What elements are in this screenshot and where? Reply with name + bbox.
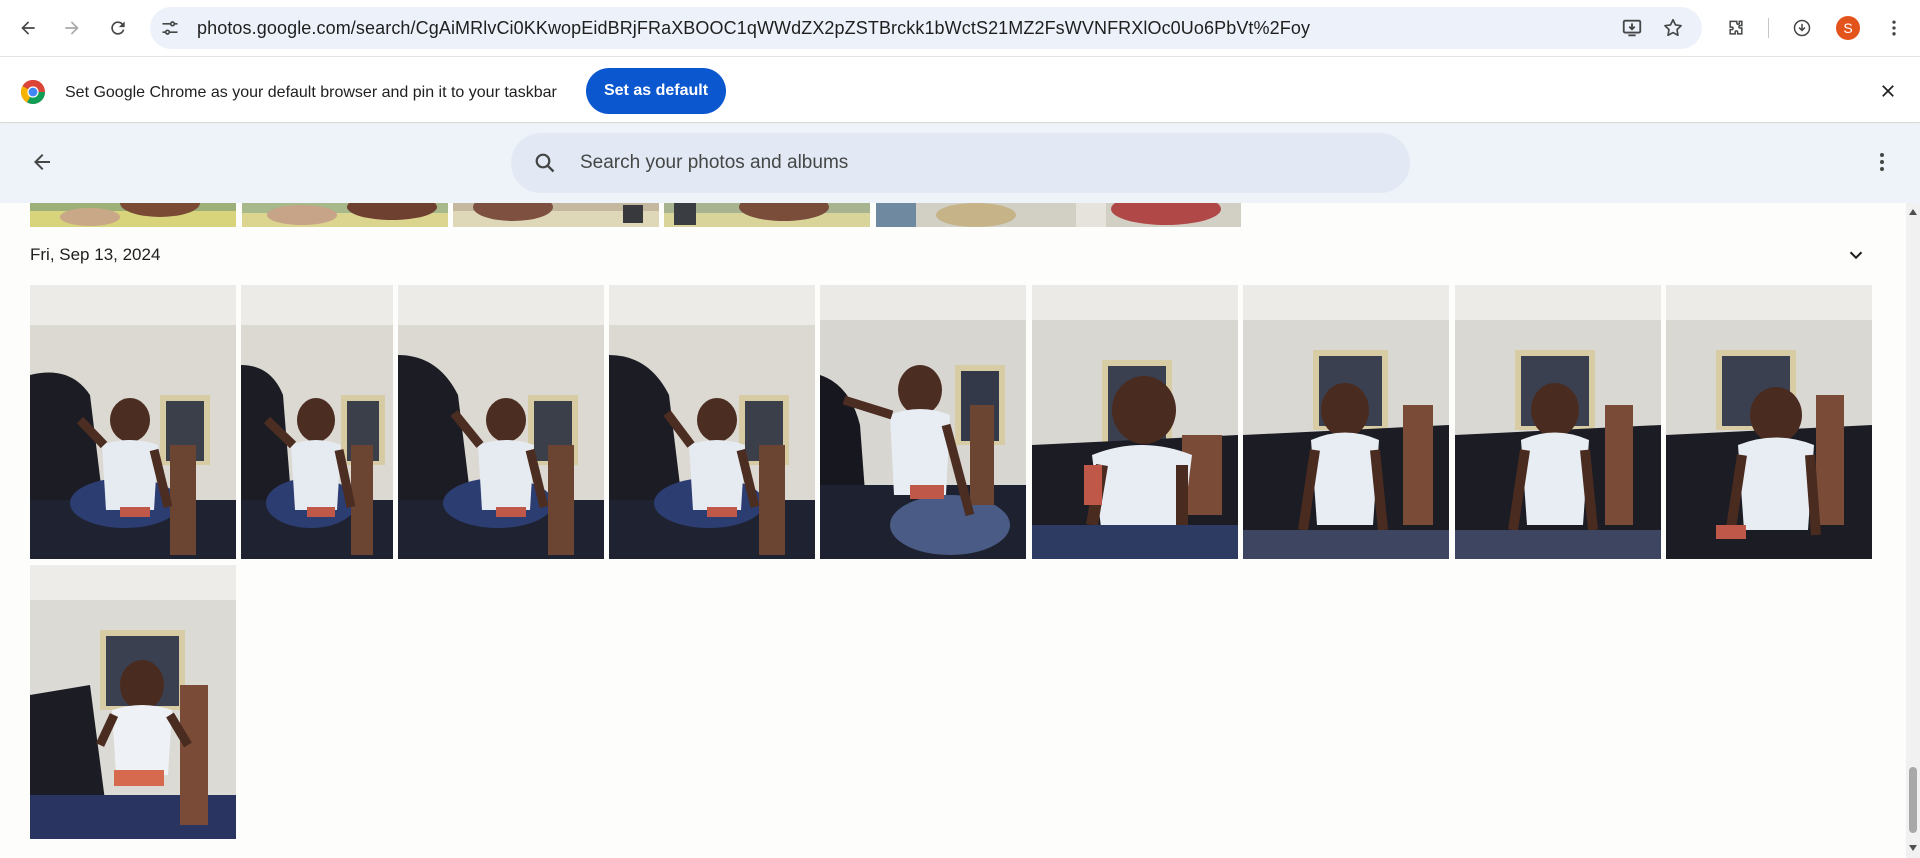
- tune-icon[interactable]: [160, 18, 180, 38]
- infobar-message: Set Google Chrome as your default browse…: [65, 84, 557, 101]
- search-icon[interactable]: [533, 151, 557, 175]
- address-bar[interactable]: photos.google.com/search/CgAiMRlvCi0KKwo…: [150, 7, 1702, 49]
- photo-thumbnail[interactable]: [30, 285, 236, 559]
- photo-thumbnail[interactable]: [664, 203, 870, 227]
- scrollbar-thumb[interactable]: [1909, 767, 1917, 833]
- chevron-down-icon[interactable]: [1844, 243, 1868, 267]
- photo-thumbnail[interactable]: [30, 203, 236, 227]
- reload-icon[interactable]: [102, 12, 134, 44]
- photo-thumbnail[interactable]: [1032, 285, 1238, 559]
- photo-thumbnail[interactable]: [453, 203, 659, 227]
- more-vert-icon[interactable]: [1878, 12, 1910, 44]
- photo-thumbnail[interactable]: [30, 565, 236, 839]
- photo-thumbnail[interactable]: [1243, 285, 1449, 559]
- profile-avatar[interactable]: S: [1836, 16, 1860, 40]
- photos-search-input[interactable]: Search your photos and albums: [511, 133, 1410, 193]
- photo-grid: Fri, Sep 13, 2024: [0, 203, 1906, 858]
- back-arrow-icon[interactable]: [12, 12, 44, 44]
- photo-thumbnail[interactable]: [1455, 285, 1661, 559]
- url-text[interactable]: photos.google.com/search/CgAiMRlvCi0KKwo…: [197, 18, 1310, 39]
- browser-toolbar: photos.google.com/search/CgAiMRlvCi0KKwo…: [0, 0, 1920, 56]
- chrome-logo-icon: [20, 79, 46, 105]
- set-as-default-button[interactable]: Set as default: [586, 68, 726, 114]
- search-placeholder[interactable]: Search your photos and albums: [580, 152, 848, 174]
- install-app-icon[interactable]: [1620, 16, 1644, 40]
- photo-thumbnail[interactable]: [1666, 285, 1872, 559]
- photo-thumbnail[interactable]: [876, 203, 1241, 227]
- page-scrollbar[interactable]: [1906, 203, 1920, 858]
- forward-arrow-icon[interactable]: [56, 12, 88, 44]
- scroll-up-arrow-icon[interactable]: [1909, 209, 1917, 215]
- more-vert-icon[interactable]: [1866, 146, 1898, 178]
- photo-thumbnail[interactable]: [820, 285, 1026, 559]
- photo-thumbnail[interactable]: [242, 203, 448, 227]
- back-arrow-icon[interactable]: [24, 144, 60, 180]
- photo-thumbnail[interactable]: [241, 285, 393, 559]
- photo-thumbnail[interactable]: [398, 285, 604, 559]
- puzzle-icon[interactable]: [1720, 12, 1752, 44]
- photos-search-header: Search your photos and albums: [0, 124, 1920, 203]
- scroll-down-arrow-icon[interactable]: [1909, 845, 1917, 851]
- toolbar-divider: [1768, 18, 1769, 38]
- photo-thumbnail[interactable]: [609, 285, 815, 559]
- section-date-label: Fri, Sep 13, 2024: [30, 245, 161, 264]
- download-icon[interactable]: [1786, 12, 1818, 44]
- default-browser-infobar: Set Google Chrome as your default browse…: [0, 56, 1920, 123]
- close-icon[interactable]: [1876, 79, 1900, 103]
- star-icon[interactable]: [1661, 16, 1685, 40]
